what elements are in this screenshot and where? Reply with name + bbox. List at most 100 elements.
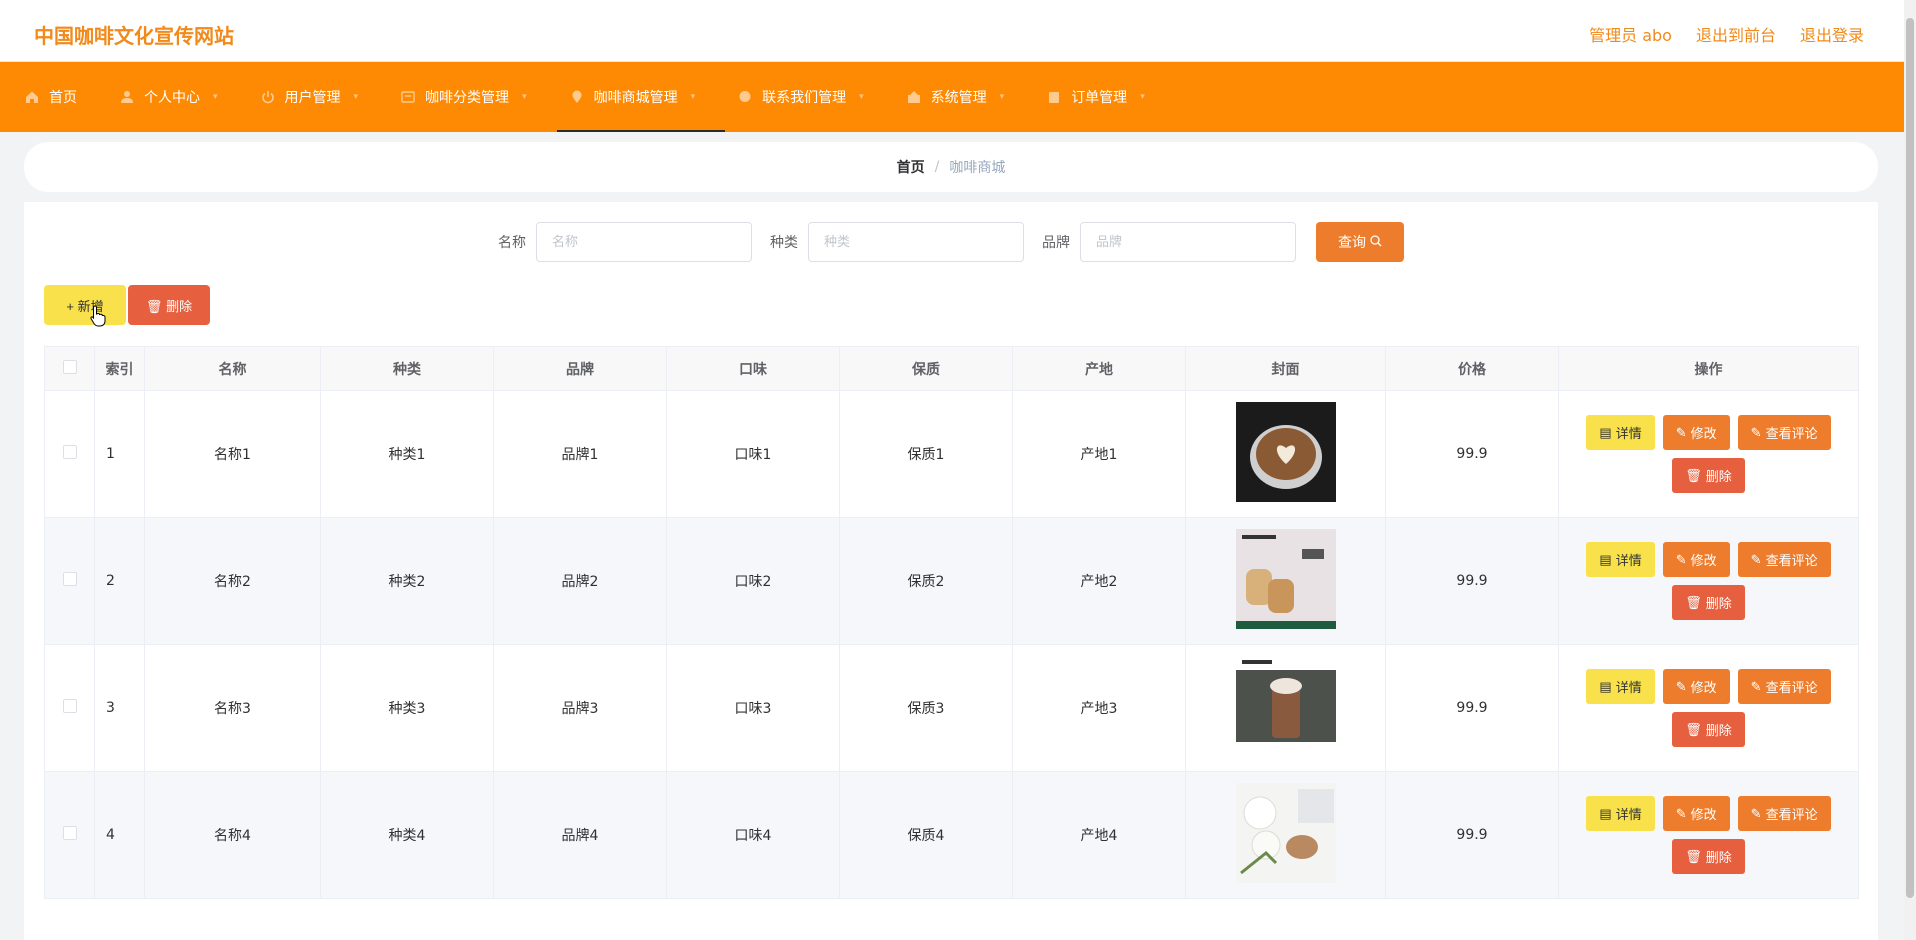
edit-button[interactable]: ✎ 修改 xyxy=(1662,542,1730,577)
view-reviews-button[interactable]: ✎ 查看评论 xyxy=(1737,669,1831,704)
scrollbar-thumb[interactable] xyxy=(1906,18,1914,898)
nav-item-orders[interactable]: 订单管理 ▾ xyxy=(1034,62,1175,132)
pencil-icon: ✎ xyxy=(1675,805,1687,821)
detail-button[interactable]: ▤ 详情 xyxy=(1586,669,1655,704)
row-checkbox[interactable] xyxy=(62,826,77,840)
shelf-life-cell: 保质3 xyxy=(839,644,1013,772)
ops-cell: ▤ 详情 ✎ 修改 ✎ 查看评论 🗑 删除 xyxy=(1558,390,1859,518)
trash-icon: 🗑 xyxy=(1685,848,1702,864)
column-header: 价格 xyxy=(1385,346,1559,391)
column-header: 品牌 xyxy=(493,346,667,391)
pencil-icon: ✎ xyxy=(1675,424,1687,440)
brand-cell: 品牌4 xyxy=(493,771,667,899)
shelf-life-cell: 保质1 xyxy=(839,390,1013,518)
nav-item-profile[interactable]: 个人中心 ▾ xyxy=(107,62,248,132)
content-panel: 名称 种类 品牌 查询 + 新增 🗑 删除 索引 名称 种类 品牌 口 xyxy=(24,202,1878,940)
review-label: 查看评论 xyxy=(1765,553,1818,568)
nav-item-coffee-shop[interactable]: 咖啡商城管理 ▾ xyxy=(556,62,726,132)
type-cell: 种类3 xyxy=(320,644,494,772)
chevron-down-icon: ▾ xyxy=(522,92,527,102)
main-nav: 首页 个人中心 ▾ 用户管理 ▾ 咖啡分类管理 ▾ 咖啡商城管理 ▾ 联系我们管… xyxy=(0,62,1904,132)
type-cell: 种类1 xyxy=(320,390,494,518)
chevron-down-icon: ▾ xyxy=(353,92,359,102)
trash-icon: 🗑 xyxy=(1685,721,1702,737)
table-row: 1 名称1 种类1 品牌1 口味1 保质1 产地1 99.9 ▤ 详情 ✎ 修改… xyxy=(44,390,1859,518)
type-search-input[interactable] xyxy=(808,222,1024,262)
remove-label: 删除 xyxy=(1705,850,1732,865)
breadcrumb-home[interactable]: 首页 xyxy=(897,157,925,177)
origin-cell: 产地4 xyxy=(1012,771,1186,899)
name-search-input[interactable] xyxy=(536,222,752,262)
back-to-front-link[interactable]: 退出到前台 xyxy=(1696,22,1776,46)
nav-label: 咖啡商城管理 xyxy=(593,90,678,106)
nav-item-system[interactable]: 系统管理 ▾ xyxy=(894,62,1035,132)
detail-button[interactable]: ▤ 详情 xyxy=(1586,415,1655,450)
price-cell: 99.9 xyxy=(1385,771,1559,899)
select-all-checkbox[interactable] xyxy=(62,359,77,374)
home-icon xyxy=(24,89,40,105)
index-cell: 4 xyxy=(94,771,145,899)
nav-label: 个人中心 xyxy=(144,90,200,106)
row-select-cell xyxy=(44,517,95,645)
nav-label: 订单管理 xyxy=(1071,90,1128,106)
view-reviews-button[interactable]: ✎ 查看评论 xyxy=(1737,415,1831,450)
table-row: 4 名称4 种类4 品牌4 口味4 保质4 产地4 99.9 ▤ 详情 ✎ 修改… xyxy=(44,771,1859,899)
brand-label: 品牌 xyxy=(1042,235,1070,251)
edit-label: 修改 xyxy=(1690,553,1717,568)
row-checkbox[interactable] xyxy=(62,699,77,713)
edit-button[interactable]: ✎ 修改 xyxy=(1662,796,1730,831)
page-scrollbar[interactable] xyxy=(1904,0,1916,940)
doc-icon: ▤ xyxy=(1599,424,1612,440)
view-reviews-button[interactable]: ✎ 查看评论 xyxy=(1737,542,1831,577)
pencil-icon: ✎ xyxy=(1750,805,1762,821)
detail-button[interactable]: ▤ 详情 xyxy=(1586,542,1655,577)
search-button[interactable]: 查询 xyxy=(1316,222,1404,262)
product-table: 索引 名称 种类 品牌 口味 保质 产地 封面 价格 操作 1 名称1 种类1 … xyxy=(44,346,1859,899)
row-checkbox[interactable] xyxy=(62,572,77,586)
edit-button[interactable]: ✎ 修改 xyxy=(1662,415,1730,450)
edit-label: 修改 xyxy=(1690,680,1717,695)
bulk-delete-button[interactable]: 🗑 删除 xyxy=(128,285,210,325)
pencil-icon: ✎ xyxy=(1750,678,1762,694)
nav-item-contact[interactable]: 联系我们管理 ▾ xyxy=(725,62,894,132)
add-button[interactable]: + 新增 xyxy=(44,285,126,325)
system-icon xyxy=(906,89,922,105)
origin-cell: 产地3 xyxy=(1012,644,1186,772)
review-label: 查看评论 xyxy=(1765,807,1818,822)
taste-cell: 口味1 xyxy=(666,390,840,518)
cover-cell xyxy=(1185,517,1386,645)
nav-label: 首页 xyxy=(49,90,77,106)
logout-link[interactable]: 退出登录 xyxy=(1800,22,1864,46)
row-checkbox[interactable] xyxy=(62,445,77,459)
nav-label: 咖啡分类管理 xyxy=(425,90,510,106)
table-header-row: 索引 名称 种类 品牌 口味 保质 产地 封面 价格 操作 xyxy=(44,346,1859,391)
search-icon xyxy=(1370,234,1382,250)
nav-item-users[interactable]: 用户管理 ▾ xyxy=(248,62,389,132)
detail-button[interactable]: ▤ 详情 xyxy=(1586,796,1655,831)
delete-row-button[interactable]: 🗑 删除 xyxy=(1672,839,1745,874)
name-cell: 名称4 xyxy=(144,771,321,899)
trash-icon: 🗑 xyxy=(1685,594,1702,610)
delete-row-button[interactable]: 🗑 删除 xyxy=(1672,712,1745,747)
index-cell: 2 xyxy=(94,517,145,645)
review-label: 查看评论 xyxy=(1765,680,1818,695)
brand-search-input[interactable] xyxy=(1080,222,1296,262)
nav-item-coffee-category[interactable]: 咖啡分类管理 ▾ xyxy=(388,62,557,132)
edit-button[interactable]: ✎ 修改 xyxy=(1662,669,1730,704)
nav-item-home[interactable]: 首页 xyxy=(12,62,107,132)
edit-label: 修改 xyxy=(1690,426,1717,441)
delete-row-button[interactable]: 🗑 删除 xyxy=(1672,458,1745,493)
row-select-cell xyxy=(44,390,95,518)
column-header: 产地 xyxy=(1012,346,1186,391)
bulk-delete-label: 删除 xyxy=(166,298,193,314)
delete-row-button[interactable]: 🗑 删除 xyxy=(1672,585,1745,620)
origin-cell: 产地1 xyxy=(1012,390,1186,518)
admin-user-link[interactable]: 管理员 abo xyxy=(1589,22,1672,46)
column-header: 封面 xyxy=(1185,346,1386,391)
pencil-icon: ✎ xyxy=(1675,678,1687,694)
view-reviews-button[interactable]: ✎ 查看评论 xyxy=(1737,796,1831,831)
bulk-actions: + 新增 🗑 删除 xyxy=(44,285,210,325)
cover-cell xyxy=(1185,390,1386,518)
pencil-icon: ✎ xyxy=(1675,551,1687,567)
type-cell: 种类4 xyxy=(320,771,494,899)
